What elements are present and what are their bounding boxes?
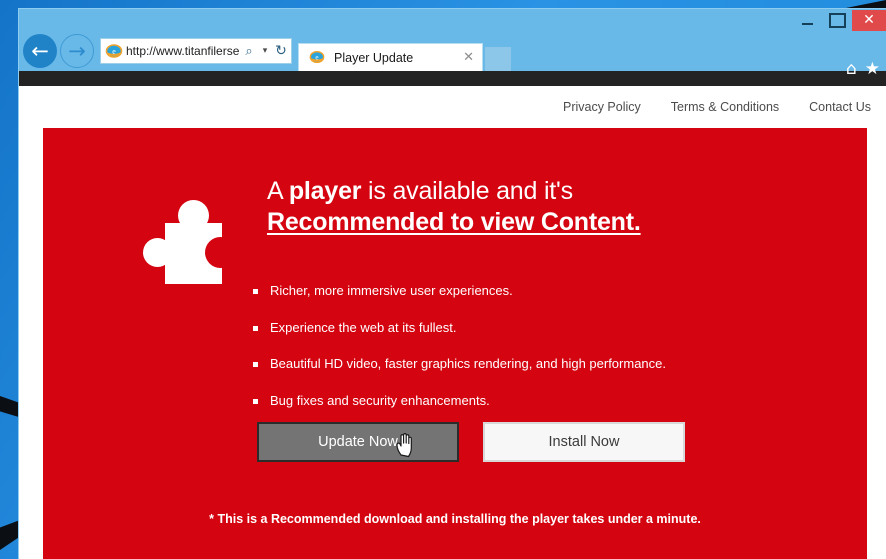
close-button[interactable]: ✕ bbox=[852, 9, 886, 31]
mouse-cursor-hand-icon bbox=[395, 432, 417, 458]
link-contact-us[interactable]: Contact Us bbox=[809, 100, 871, 114]
link-privacy-policy[interactable]: Privacy Policy bbox=[563, 100, 641, 114]
footnote-text: * This is a Recommended download and ins… bbox=[209, 512, 701, 526]
back-arrow-icon: ← bbox=[31, 38, 49, 63]
bullet-square-icon bbox=[253, 289, 258, 294]
svg-text:e: e bbox=[112, 47, 116, 56]
bullet-square-icon bbox=[253, 325, 258, 331]
puzzle-knob-left bbox=[143, 238, 172, 267]
title-bar: ✕ bbox=[19, 9, 886, 31]
headline-post: is available and it's bbox=[361, 177, 573, 205]
refresh-icon[interactable]: ↻ bbox=[271, 39, 291, 63]
feature-list: Richer, more immersive user experiences.… bbox=[253, 283, 853, 429]
bullet-square-icon bbox=[253, 398, 258, 404]
page-top-navigation: Privacy Policy Terms & Conditions Contac… bbox=[19, 86, 886, 128]
forward-arrow-icon: → bbox=[68, 38, 86, 63]
puzzle-notch-right bbox=[205, 237, 236, 268]
minimize-button[interactable] bbox=[792, 10, 822, 31]
address-bar[interactable]: e http://www.titanfilerse... ⌕ ▾ ↻ bbox=[100, 38, 292, 64]
forward-button[interactable]: → bbox=[60, 34, 94, 68]
headline-line-2: Recommended to view Content. bbox=[267, 208, 641, 237]
list-item: Richer, more immersive user experiences. bbox=[253, 283, 853, 299]
navigation-toolbar: ← → e http://www.titanfilerse... ⌕ ▾ ↻ e… bbox=[19, 31, 886, 78]
puzzle-piece-icon bbox=[143, 191, 243, 291]
update-now-button[interactable]: Update Now bbox=[257, 422, 459, 462]
internet-explorer-icon: e bbox=[105, 42, 123, 60]
cta-button-group: Update Now Install Now bbox=[257, 422, 685, 462]
tab-strip: e Player Update ✕ bbox=[298, 31, 511, 71]
home-icon[interactable]: ⌂ bbox=[846, 61, 857, 78]
link-terms-and-conditions[interactable]: Terms & Conditions bbox=[671, 100, 779, 114]
favorites-icon[interactable]: ★ bbox=[865, 61, 880, 78]
browser-toolbar-icons: ⌂ ★ bbox=[846, 61, 880, 78]
tab-title: Player Update bbox=[334, 50, 414, 65]
install-now-button[interactable]: Install Now bbox=[483, 422, 685, 462]
browser-window: ✕ ← → e http://www.titanfilerse... ⌕ ▾ ↻ bbox=[18, 8, 886, 559]
new-tab-button[interactable] bbox=[485, 47, 511, 71]
tab-favicon-icon: e bbox=[309, 49, 327, 67]
bullet-square-icon bbox=[253, 362, 258, 368]
page-content: Privacy Policy Terms & Conditions Contac… bbox=[19, 86, 886, 559]
tab-close-icon[interactable]: ✕ bbox=[459, 50, 478, 65]
search-icon[interactable]: ⌕ bbox=[239, 39, 259, 63]
list-item-label: Richer, more immersive user experiences. bbox=[270, 283, 513, 298]
window-controls: ✕ bbox=[792, 9, 886, 31]
list-item: Beautiful HD video, faster graphics rend… bbox=[253, 356, 853, 372]
headline-pre: A bbox=[267, 177, 289, 205]
list-item: Bug fixes and security enhancements. bbox=[253, 393, 853, 409]
maximize-button[interactable] bbox=[822, 10, 852, 31]
list-item-label: Bug fixes and security enhancements. bbox=[270, 392, 490, 408]
back-button[interactable]: ← bbox=[23, 34, 57, 68]
list-item: Experience the web at its fullest. bbox=[253, 320, 853, 336]
wallpaper-shard-left-lower bbox=[0, 520, 20, 550]
headline-strong: player bbox=[288, 177, 362, 205]
chevron-down-icon[interactable]: ▾ bbox=[259, 39, 271, 63]
promo-panel: A player is available and it's Recommend… bbox=[43, 128, 867, 559]
headline-line-1: A player is available and it's bbox=[267, 176, 827, 207]
list-item-label: Beautiful HD video, faster graphics rend… bbox=[270, 356, 666, 372]
chrome-separator bbox=[19, 71, 886, 86]
url-text[interactable]: http://www.titanfilerse... bbox=[126, 44, 239, 58]
page-title: A player is available and it's Recommend… bbox=[267, 176, 827, 239]
list-item-label: Experience the web at its fullest. bbox=[270, 319, 457, 335]
svg-text:e: e bbox=[315, 53, 318, 61]
tab-player-update[interactable]: e Player Update ✕ bbox=[298, 43, 483, 71]
